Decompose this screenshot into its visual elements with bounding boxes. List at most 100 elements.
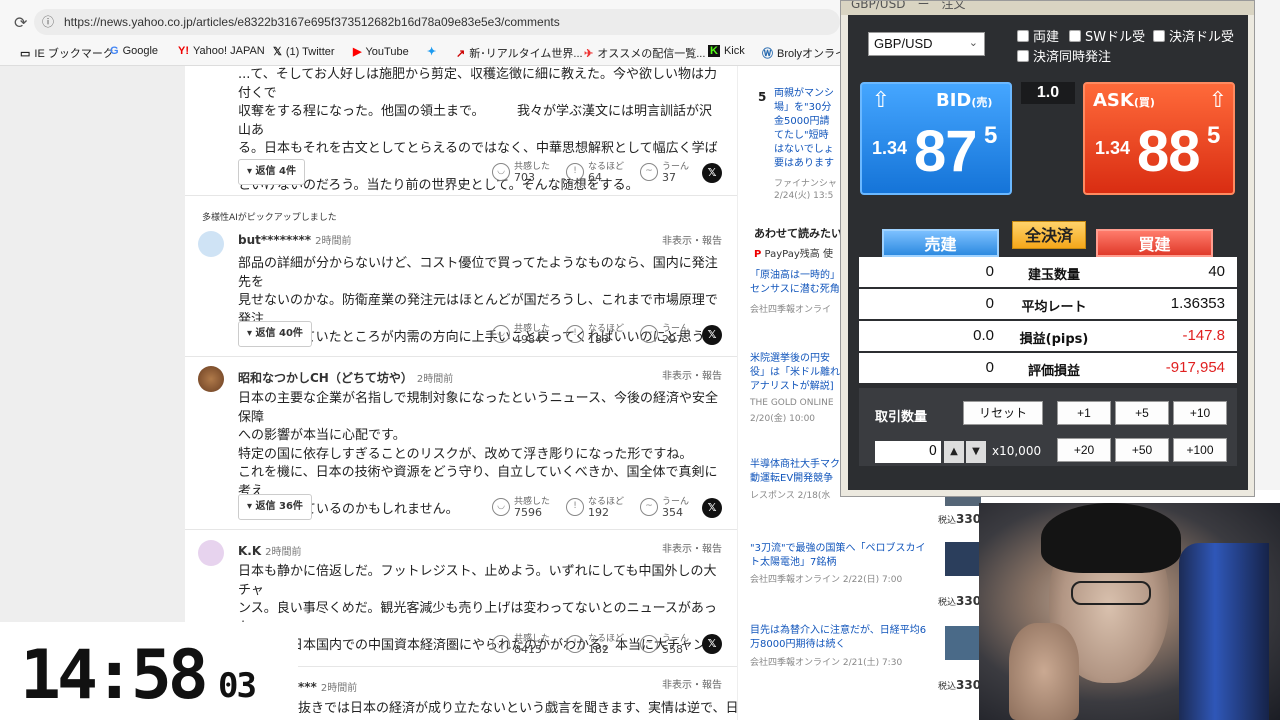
tab-buy-position[interactable]: 買建 — [1096, 229, 1213, 257]
bookmark-streams[interactable]: ✈ オススメの配信一覧... — [584, 45, 705, 61]
rank-number: 5 — [758, 90, 767, 104]
quantity-input[interactable]: 0 — [875, 441, 941, 463]
add-20-button[interactable]: +20 — [1057, 438, 1111, 462]
paypay-banner[interactable]: P PayPay残高 使 — [754, 245, 833, 260]
related-link[interactable]: "3刀流"で最強の国策へ「ペロブスカイ ト太陽電池」7銘柄 — [750, 542, 945, 570]
bid-button[interactable]: ⇧ BID(売) 1.34 87 5 — [860, 82, 1012, 195]
stream-icon: ✈ — [584, 48, 594, 60]
comment-user[interactable]: *** 2時間前 — [298, 679, 357, 694]
hide-report-link[interactable]: 非表示・報告 — [662, 540, 722, 555]
related-link[interactable]: 米院選挙後の円安 役」は「米ドル離れ アナリストが解説] — [750, 352, 846, 394]
checkbox[interactable] — [1153, 30, 1165, 42]
bookmark-realtime[interactable]: ↗ 新･リアルタイム世界... — [456, 45, 583, 61]
reaction-naruhodo[interactable]: ! なるほど 182 — [566, 631, 626, 657]
twitter-bird-icon: ✦ — [427, 46, 437, 58]
currency-pair-select[interactable]: GBP/USD ⌄ — [868, 32, 985, 56]
checkbox[interactable] — [1017, 30, 1029, 42]
comment-text: 日本も静かに倍返しだ。フットレジスト、止めよう。いずれにしても中国外しの大チャ … — [238, 564, 717, 672]
reaction-agree[interactable]: ◡ 共感した 7596 — [492, 494, 552, 520]
related-link[interactable]: 目先は為替介入に注意だが、日経平均6 万8000円期待は続く — [750, 624, 945, 652]
related-link[interactable]: 「原油高は一時的」 センサスに潜む死角 — [750, 269, 846, 297]
yahoo-icon: Y! — [178, 45, 189, 57]
hide-report-link[interactable]: 非表示・報告 — [662, 232, 722, 247]
bookmark-kick[interactable]: K Kick — [708, 45, 745, 57]
ask-price-fraction: 5 — [1207, 122, 1221, 149]
reload-icon[interactable]: ⟳ — [14, 13, 27, 32]
streamer-hand — [1009, 623, 1079, 720]
increment-button[interactable]: ▲ — [944, 441, 964, 463]
add-10-button[interactable]: +10 — [1173, 401, 1227, 425]
reaction-uun[interactable]: ~ うーん 37 — [640, 159, 700, 185]
reply-button[interactable]: ▾ 返信 36件 — [238, 494, 312, 520]
share-x-button[interactable]: 𝕏 — [702, 498, 722, 518]
share-x-button[interactable]: 𝕏 — [702, 163, 722, 183]
browser-toolbar: ⟳ ⓘ https://news.yahoo.co.jp/articles/e8… — [0, 0, 840, 40]
bookmark-twitter-bird[interactable]: ✦ — [427, 45, 440, 58]
share-x-button[interactable]: 𝕏 — [702, 634, 722, 654]
price-label: 税込330 — [938, 594, 982, 608]
avatar[interactable] — [198, 540, 224, 566]
reaction-naruhodo[interactable]: ! なるほど 183 — [566, 321, 626, 347]
site-info-icon[interactable]: ⓘ — [42, 13, 54, 30]
add-1-button[interactable]: +1 — [1057, 401, 1111, 425]
reaction-uun[interactable]: ~ うーん 297 — [640, 321, 700, 347]
bookmark-google[interactable]: G Google — [110, 45, 158, 57]
hmm-icon: ~ — [640, 635, 658, 653]
lightbulb-icon: ! — [566, 163, 584, 181]
reaction-agree[interactable]: ◡ 共感した 4984 — [492, 321, 552, 347]
position-row: 0 平均レート 1.36353 — [859, 289, 1237, 319]
add-5-button[interactable]: +5 — [1115, 401, 1169, 425]
comment-user[interactable]: 昭和なつかしCH（どちて坊や） 2時間前 — [238, 369, 453, 386]
reply-button[interactable]: ▾ 返信 40件 — [238, 321, 312, 347]
reaction-naruhodo[interactable]: ! なるほど 64 — [566, 159, 626, 185]
option-sw-receive[interactable]: SWドル受 — [1069, 26, 1145, 45]
bookmark-ie[interactable]: ▭ IE ブックマーク — [20, 45, 114, 61]
avatar[interactable] — [198, 366, 224, 392]
related-heading: あわせて読みたい — [754, 227, 842, 240]
reaction-agree[interactable]: ◡ 共感した 8415 — [492, 631, 552, 657]
bookmark-twitter[interactable]: 𝕏 (1) Twitter — [273, 45, 335, 58]
reply-button[interactable]: ▾ 返信 4件 — [238, 159, 305, 185]
hide-report-link[interactable]: 非表示・報告 — [662, 367, 722, 382]
thumbnail[interactable] — [945, 542, 981, 576]
clock-hours-minutes: 14:58 — [20, 636, 209, 715]
thumbnail[interactable] — [945, 626, 981, 660]
hmm-icon: ~ — [640, 498, 658, 516]
checkbox[interactable] — [1069, 30, 1081, 42]
reaction-agree[interactable]: ◡ 共感した 703 — [492, 159, 552, 185]
ai-pick-tag: 多様性AIがピックアップしました — [202, 213, 337, 223]
divider — [185, 356, 737, 357]
option-settle-receive[interactable]: 決済ドル受 — [1153, 26, 1234, 45]
tab-sell-position[interactable]: 売建 — [882, 229, 999, 257]
position-row: 0 評価損益 -917,954 — [859, 353, 1237, 383]
comment-user[interactable]: K.K 2時間前 — [238, 543, 302, 558]
decrement-button[interactable]: ▼ — [966, 441, 986, 463]
option-settle-simultaneous[interactable]: 決済同時発注 — [1017, 46, 1111, 65]
related-link[interactable]: 半導体商社大手マク 動運転EV開発競争 — [750, 458, 846, 486]
smile-icon: ◡ — [492, 498, 510, 516]
address-bar[interactable]: ⓘ https://news.yahoo.co.jp/articles/e832… — [34, 9, 840, 35]
bookmark-youtube[interactable]: ▶ YouTube — [353, 45, 409, 58]
reset-button[interactable]: リセット — [963, 401, 1043, 425]
window-titlebar[interactable]: GBP/USD ー 注文 — [841, 1, 1254, 15]
bid-price-prefix: 1.34 — [872, 138, 908, 158]
share-x-button[interactable]: 𝕏 — [702, 325, 722, 345]
reaction-naruhodo[interactable]: ! なるほど 192 — [566, 494, 626, 520]
related-source: 会社四季報オンライン 2/22(日) 7:00 — [750, 575, 903, 585]
comment-user[interactable]: but******** 2時間前 — [238, 232, 351, 247]
option-hedge[interactable]: 両建 — [1017, 26, 1059, 45]
close-all-button[interactable]: 全決済 — [1012, 221, 1086, 249]
webcam-feed — [979, 503, 1280, 720]
bookmark-yahoo[interactable]: Y! Yahoo! JAPAN — [178, 45, 265, 57]
bid-label: BID(売) — [936, 90, 993, 111]
add-100-button[interactable]: +100 — [1173, 438, 1227, 462]
ask-button[interactable]: ASK(買) ⇧ 1.34 88 5 — [1083, 82, 1235, 195]
add-50-button[interactable]: +50 — [1115, 438, 1169, 462]
reaction-uun[interactable]: ~ うーん 354 — [640, 494, 700, 520]
hide-report-link[interactable]: 非表示・報告 — [662, 676, 722, 691]
google-icon: G — [110, 45, 119, 57]
ranking-link[interactable]: 両親がマンシ 場」を"30分 金5000円請 てたし"短時 はないでしょ 要はあ… — [774, 87, 847, 171]
checkbox[interactable] — [1017, 50, 1029, 62]
avatar[interactable] — [198, 231, 224, 257]
reaction-uun[interactable]: ~ うーん 558 — [640, 631, 700, 657]
